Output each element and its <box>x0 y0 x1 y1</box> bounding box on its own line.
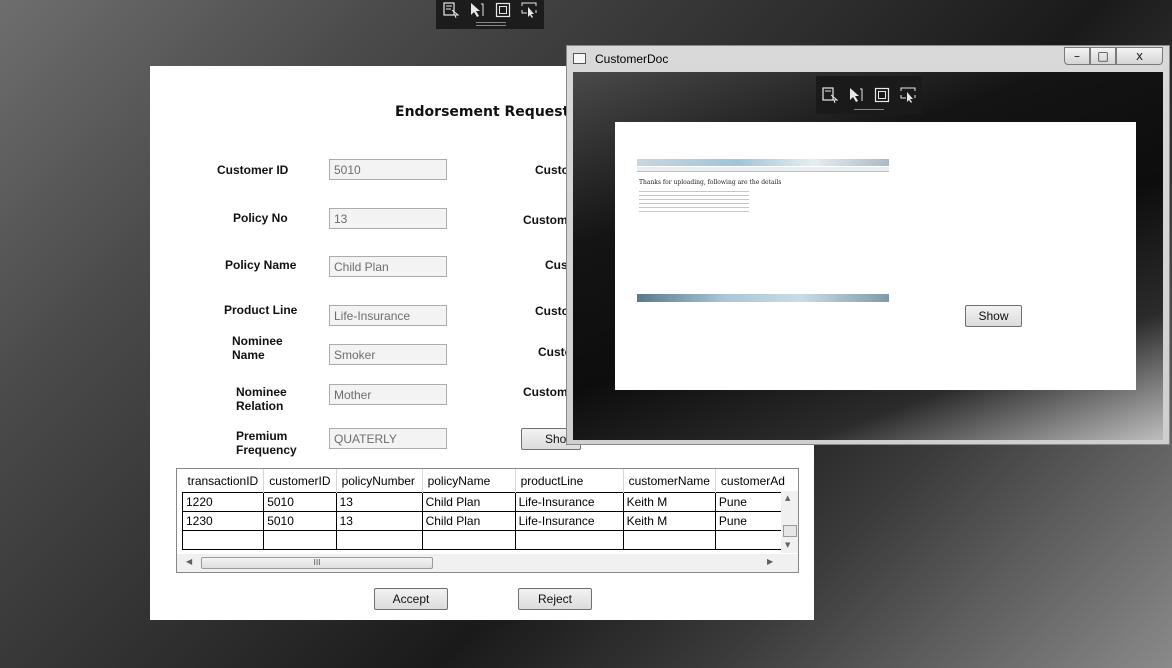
cell[interactable] <box>181 530 265 550</box>
thumb-address-bar <box>637 167 889 172</box>
premium-frequency-field[interactable]: QUATERLY <box>329 428 447 449</box>
window-app-icon <box>573 53 586 64</box>
customer-doc-window: CustomerDoc – □ x Thanks for uploading, … <box>566 45 1170 445</box>
cell[interactable] <box>622 530 716 550</box>
cell[interactable]: 1230 <box>181 511 265 531</box>
doc-window-client: Thanks for uploading, following are the … <box>573 72 1163 440</box>
right-label-1: Custo <box>535 163 569 177</box>
grid-table: transactionID customerID policyNumber po… <box>181 469 793 550</box>
cell[interactable]: Child Plan <box>421 492 516 512</box>
new-row[interactable] <box>181 530 793 550</box>
grid-header-row: transactionID customerID policyNumber po… <box>182 469 792 493</box>
toolbar-grip[interactable] <box>854 109 884 110</box>
pointer-icon[interactable] <box>848 87 864 103</box>
cell[interactable]: Life-Insurance <box>514 492 624 512</box>
track-focus-icon[interactable] <box>900 87 916 103</box>
nominee-name-label: Nominee Name <box>232 334 283 362</box>
nominee-relation-field[interactable]: Mother <box>329 384 447 405</box>
column-header[interactable]: customerAd <box>715 469 792 493</box>
column-header[interactable]: productLine <box>515 469 624 493</box>
customer-id-field[interactable]: 5010 <box>329 159 447 180</box>
scroll-right-icon[interactable]: ▶ <box>767 557 773 566</box>
thumb-taskbar <box>637 294 889 302</box>
form-title: Endorsement Request <box>395 104 570 120</box>
customer-id-label: Customer ID <box>217 163 289 177</box>
debug-toolbar-top <box>436 0 544 29</box>
cell[interactable]: 13 <box>335 492 423 512</box>
transactions-grid[interactable]: transactionID customerID policyNumber po… <box>176 468 799 573</box>
select-element-icon[interactable] <box>443 2 460 19</box>
column-header[interactable]: policyNumber <box>336 469 423 493</box>
table-row[interactable]: 1220 5010 13 Child Plan Life-Insurance K… <box>181 492 793 512</box>
show-button[interactable]: Show <box>965 305 1022 327</box>
scroll-up-icon[interactable]: ▲ <box>785 494 790 502</box>
minimize-button[interactable]: – <box>1064 47 1090 65</box>
product-line-field[interactable]: Life-Insurance <box>329 305 447 326</box>
cell[interactable]: Child Plan <box>421 511 516 531</box>
policy-no-label: Policy No <box>233 211 288 225</box>
nominee-relation-label: Nominee Relation <box>236 385 287 413</box>
debug-toolbar-inner <box>816 76 922 114</box>
accept-button[interactable]: Accept <box>374 588 448 610</box>
cell[interactable]: Keith M <box>622 492 716 512</box>
scroll-left-icon[interactable]: ◀ <box>186 557 192 566</box>
track-focus-icon[interactable] <box>521 2 537 18</box>
cell[interactable]: Life-Insurance <box>514 511 624 531</box>
right-label-4: Custo <box>535 304 569 318</box>
policy-no-field[interactable]: 13 <box>329 208 447 229</box>
table-row[interactable]: 1230 5010 13 Child Plan Life-Insurance K… <box>181 511 793 531</box>
cell[interactable]: 5010 <box>263 511 337 531</box>
policy-name-label: Policy Name <box>225 258 297 272</box>
toolbar-grip[interactable] <box>476 22 506 23</box>
premium-frequency-label: Premium Frequency <box>236 429 297 457</box>
horizontal-scrollbar[interactable]: ◀ III ▶ <box>177 554 798 572</box>
scroll-thumb-vertical[interactable] <box>783 525 797 537</box>
thumb-browser-bar <box>637 159 889 166</box>
scroll-thumb-horizontal[interactable]: III <box>201 557 433 569</box>
right-label-6: Custom <box>523 385 568 399</box>
cell[interactable]: 13 <box>335 511 423 531</box>
pointer-icon[interactable] <box>469 2 485 18</box>
thumb-heading: Thanks for uploading, following are the … <box>639 179 782 186</box>
column-header[interactable]: transactionID <box>182 469 265 493</box>
close-button[interactable]: x <box>1116 47 1163 65</box>
cell[interactable]: 1220 <box>181 492 265 512</box>
policy-name-field[interactable]: Child Plan <box>329 256 447 277</box>
document-thumbnail[interactable]: Thanks for uploading, following are the … <box>637 159 889 302</box>
maximize-button[interactable]: □ <box>1090 47 1116 65</box>
product-line-label: Product Line <box>224 303 298 317</box>
right-label-3: Cus <box>545 258 568 272</box>
document-viewer: Thanks for uploading, following are the … <box>615 122 1136 390</box>
scroll-down-icon[interactable]: ▼ <box>785 541 790 549</box>
cell[interactable]: 5010 <box>263 492 337 512</box>
toolbar-grip-2 <box>476 25 506 26</box>
select-element-icon[interactable] <box>822 87 839 104</box>
layout-bounds-icon[interactable] <box>495 2 511 18</box>
cell[interactable] <box>421 530 516 550</box>
cell[interactable]: Keith M <box>622 511 716 531</box>
column-header[interactable]: policyName <box>422 469 516 493</box>
layout-bounds-icon[interactable] <box>874 87 890 103</box>
cell[interactable] <box>514 530 624 550</box>
column-header[interactable]: customerID <box>263 469 337 493</box>
thumb-detail-lines <box>639 191 749 213</box>
cell[interactable] <box>263 530 337 550</box>
nominee-name-field[interactable]: Smoker <box>329 344 447 365</box>
column-header[interactable]: customerName <box>623 469 716 493</box>
vertical-scrollbar[interactable]: ▲ ▼ <box>781 491 798 553</box>
cell[interactable] <box>335 530 423 550</box>
right-label-2: Custom <box>523 213 568 227</box>
reject-button[interactable]: Reject <box>518 588 592 610</box>
window-title: CustomerDoc <box>595 52 669 66</box>
